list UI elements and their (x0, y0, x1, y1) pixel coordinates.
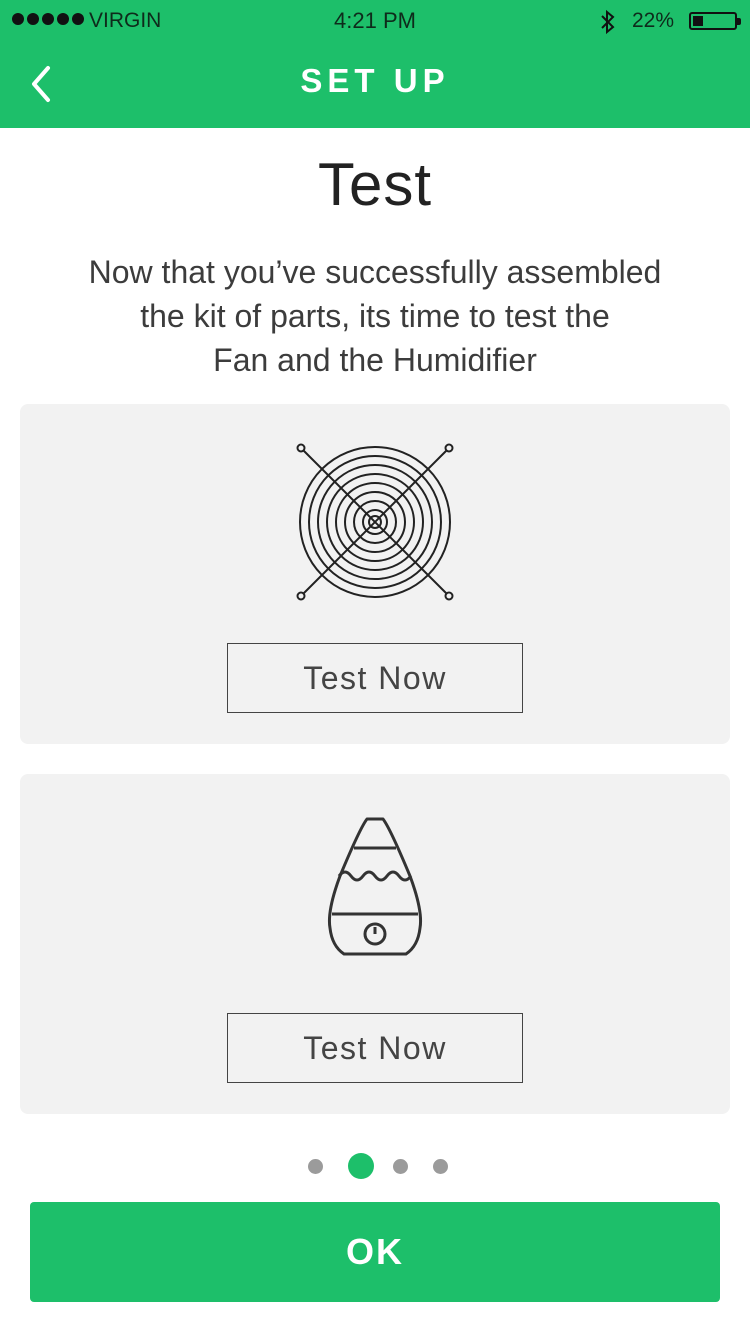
test-fan-button[interactable]: Test Now (227, 643, 523, 713)
page-dot-active[interactable] (348, 1153, 374, 1179)
battery-icon (689, 12, 741, 30)
page-dot[interactable] (308, 1159, 323, 1174)
page-title: Test (317, 151, 433, 218)
page-dot[interactable] (433, 1159, 448, 1174)
bluetooth-icon (601, 9, 615, 35)
page-indicator (0, 1153, 750, 1179)
fan-test-card: Test Now (20, 404, 730, 744)
status-bar: VIRGIN 4:21 PM 22% (0, 0, 750, 40)
intro-line: Now that you’ve successfully assembled (88, 254, 662, 290)
humidifier-test-card: Test Now (20, 774, 730, 1114)
humidifier-icon (328, 817, 422, 956)
fan-grille-icon (296, 443, 454, 601)
nav-title: SET UP (300, 62, 450, 99)
ok-button[interactable]: OK (30, 1202, 720, 1302)
test-humidifier-button[interactable]: Test Now (227, 1013, 523, 1083)
intro-line: Fan and the Humidifier (213, 342, 537, 378)
intro-text: Now that you’ve successfully assembled t… (40, 250, 710, 382)
battery-percent: 22% (632, 9, 675, 32)
page-dot[interactable] (393, 1159, 408, 1174)
intro-line: the kit of parts, its time to test the (140, 298, 610, 334)
nav-header: VIRGIN 4:21 PM 22% SET UP (0, 0, 750, 128)
